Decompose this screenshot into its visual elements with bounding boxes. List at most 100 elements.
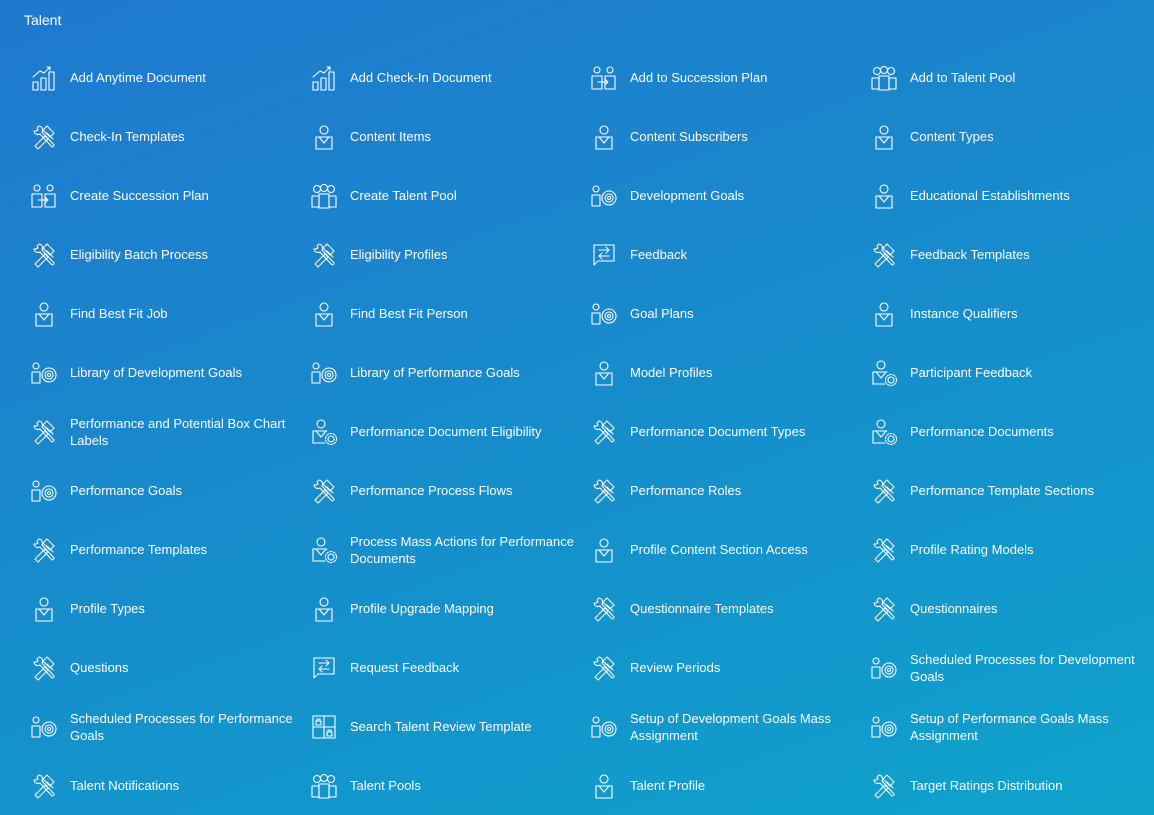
task-link[interactable]: Talent Pools: [310, 756, 590, 815]
task-link[interactable]: Participant Feedback: [870, 343, 1150, 402]
task-link[interactable]: Library of Development Goals: [30, 343, 310, 402]
chart-icon: [310, 64, 338, 92]
task-link[interactable]: Performance Document Types: [590, 402, 870, 461]
task-link[interactable]: Add Check-In Document: [310, 48, 590, 107]
goal-target-icon: [590, 300, 618, 328]
person-gear-icon: [310, 536, 338, 564]
task-link[interactable]: Profile Rating Models: [870, 520, 1150, 579]
task-link-label: Performance Template Sections: [910, 483, 1095, 498]
task-link[interactable]: Performance Roles: [590, 461, 870, 520]
person-icon: [590, 772, 618, 800]
task-link[interactable]: Performance Document Eligibility: [310, 402, 590, 461]
task-link-label: Performance and Potential Box Chart Labe…: [70, 415, 286, 448]
tools-icon: [870, 241, 898, 269]
task-link[interactable]: Scheduled Processes for Development Goal…: [870, 638, 1150, 697]
group-icon: [870, 64, 898, 92]
task-link[interactable]: Model Profiles: [590, 343, 870, 402]
task-link[interactable]: Find Best Fit Person: [310, 284, 590, 343]
person-icon: [870, 123, 898, 151]
task-link[interactable]: Eligibility Profiles: [310, 225, 590, 284]
task-link[interactable]: Setup of Development Goals Mass Assignme…: [590, 697, 870, 756]
task-link[interactable]: Scheduled Processes for Performance Goal…: [30, 697, 310, 756]
task-link[interactable]: Performance Documents: [870, 402, 1150, 461]
task-link[interactable]: Review Periods: [590, 638, 870, 697]
task-link-label: Performance Roles: [630, 483, 742, 498]
task-link-label: Performance Templates: [70, 542, 208, 557]
tools-icon: [30, 772, 58, 800]
task-link-label: Find Best Fit Person: [350, 306, 468, 321]
task-link[interactable]: Profile Content Section Access: [590, 520, 870, 579]
task-link[interactable]: Library of Performance Goals: [310, 343, 590, 402]
task-link[interactable]: Performance and Potential Box Chart Labe…: [30, 402, 310, 461]
task-link-label: Performance Process Flows: [350, 483, 513, 498]
task-link[interactable]: Performance Goals: [30, 461, 310, 520]
task-link-label: Profile Upgrade Mapping: [350, 601, 494, 616]
task-link-label: Search Talent Review Template: [350, 719, 532, 734]
task-link-label: Target Ratings Distribution: [910, 778, 1063, 793]
task-link-label: Eligibility Profiles: [350, 247, 448, 262]
task-link[interactable]: Profile Types: [30, 579, 310, 638]
task-link[interactable]: Goal Plans: [590, 284, 870, 343]
task-link[interactable]: Content Items: [310, 107, 590, 166]
task-link[interactable]: Content Subscribers: [590, 107, 870, 166]
person-icon: [590, 536, 618, 564]
person-icon: [310, 123, 338, 151]
task-link[interactable]: Add to Succession Plan: [590, 48, 870, 107]
task-link[interactable]: Add Anytime Document: [30, 48, 310, 107]
task-link-label: Instance Qualifiers: [910, 306, 1018, 321]
task-link[interactable]: Profile Upgrade Mapping: [310, 579, 590, 638]
task-link-label: Performance Document Eligibility: [350, 424, 542, 439]
task-link-label: Eligibility Batch Process: [70, 247, 208, 262]
task-link[interactable]: Performance Templates: [30, 520, 310, 579]
task-link[interactable]: Questions: [30, 638, 310, 697]
task-link-label: Setup of Development Goals Mass Assignme…: [630, 710, 831, 743]
task-link[interactable]: Create Succession Plan: [30, 166, 310, 225]
task-link-label: Content Subscribers: [630, 129, 748, 144]
task-link[interactable]: Feedback: [590, 225, 870, 284]
task-link-label: Library of Development Goals: [70, 365, 242, 380]
goal-target-icon: [870, 654, 898, 682]
task-link-label: Questionnaire Templates: [630, 601, 774, 616]
task-link[interactable]: Questionnaires: [870, 579, 1150, 638]
task-link[interactable]: Questionnaire Templates: [590, 579, 870, 638]
task-link-label: Scheduled Processes for Performance Goal…: [70, 710, 293, 743]
task-link[interactable]: Process Mass Actions for Performance Doc…: [310, 520, 590, 579]
task-link[interactable]: Talent Notifications: [30, 756, 310, 815]
task-link[interactable]: Talent Profile: [590, 756, 870, 815]
task-link-label: Talent Profile: [630, 778, 706, 793]
task-link[interactable]: Search Talent Review Template: [310, 697, 590, 756]
task-link-label: Find Best Fit Job: [70, 306, 168, 321]
task-link[interactable]: Eligibility Batch Process: [30, 225, 310, 284]
tools-icon: [310, 241, 338, 269]
task-link-label: Content Items: [350, 129, 431, 144]
task-link-label: Feedback Templates: [910, 247, 1030, 262]
task-link-label: Request Feedback: [350, 660, 460, 675]
tools-icon: [590, 595, 618, 623]
task-link-label: Profile Content Section Access: [630, 542, 808, 557]
person-icon: [870, 300, 898, 328]
task-link-label: Library of Performance Goals: [350, 365, 520, 380]
task-link[interactable]: Development Goals: [590, 166, 870, 225]
task-link[interactable]: Feedback Templates: [870, 225, 1150, 284]
tools-icon: [870, 595, 898, 623]
task-link[interactable]: Educational Establishments: [870, 166, 1150, 225]
task-link[interactable]: Create Talent Pool: [310, 166, 590, 225]
task-link-label: Development Goals: [630, 188, 745, 203]
task-link-label: Create Succession Plan: [70, 188, 209, 203]
task-link[interactable]: Add to Talent Pool: [870, 48, 1150, 107]
task-link[interactable]: Setup of Performance Goals Mass Assignme…: [870, 697, 1150, 756]
task-link[interactable]: Check-In Templates: [30, 107, 310, 166]
task-link[interactable]: Request Feedback: [310, 638, 590, 697]
task-link[interactable]: Find Best Fit Job: [30, 284, 310, 343]
tools-icon: [30, 536, 58, 564]
task-link[interactable]: Content Types: [870, 107, 1150, 166]
succession-icon: [30, 182, 58, 210]
task-link-label: Add Anytime Document: [70, 70, 206, 85]
person-icon: [870, 182, 898, 210]
task-link[interactable]: Performance Process Flows: [310, 461, 590, 520]
task-link[interactable]: Performance Template Sections: [870, 461, 1150, 520]
task-link-label: Educational Establishments: [910, 188, 1070, 203]
person-icon: [30, 300, 58, 328]
task-link[interactable]: Target Ratings Distribution: [870, 756, 1150, 815]
task-link[interactable]: Instance Qualifiers: [870, 284, 1150, 343]
